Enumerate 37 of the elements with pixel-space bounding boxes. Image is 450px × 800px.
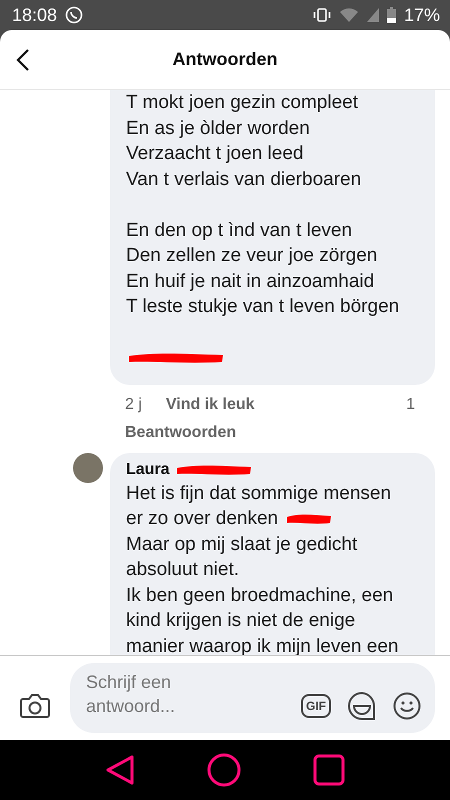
- comment-text-line: Van t verlais van dierboaren: [126, 168, 362, 192]
- vibrate-icon: [312, 8, 331, 22]
- gif-button[interactable]: GIF: [301, 694, 331, 718]
- page-title: Antwoorden: [172, 48, 278, 71]
- comment-text-line: En as je òlder worden: [126, 116, 310, 140]
- wifi-icon: [338, 8, 359, 22]
- comment-text-line: er zo over denken: [126, 507, 278, 531]
- comment-text-line: kind krijgen is niet de enige: [126, 609, 356, 633]
- comment-text-line: En den op t ìnd van t leven: [126, 218, 352, 242]
- recents-nav-icon[interactable]: [313, 754, 345, 786]
- back-icon[interactable]: [16, 48, 30, 72]
- back-nav-icon[interactable]: [105, 754, 135, 786]
- comment-age: 2 j: [125, 394, 142, 414]
- home-nav-icon[interactable]: [207, 753, 241, 787]
- comment-author[interactable]: Laura: [126, 458, 170, 480]
- comment-text-line: Ik ben geen broedmachine, een: [126, 584, 394, 608]
- emoji-icon[interactable]: [393, 692, 421, 720]
- clock-time: 18:08: [12, 4, 58, 26]
- sticker-icon[interactable]: [347, 691, 377, 721]
- like-count: 1: [406, 394, 415, 414]
- avatar[interactable]: [73, 452, 103, 482]
- comment-text-line: Den zellen ze veur joe zörgen: [126, 244, 378, 268]
- battery-percentage: 17%: [404, 4, 440, 26]
- comment-text-line: T leste stukje van t leven börgen: [126, 295, 400, 319]
- chat-app-icon: [65, 6, 84, 24]
- signal-icon: [366, 8, 379, 22]
- reply-input-field[interactable]: Schrijf een antwoord... GIF: [70, 663, 435, 733]
- comment-text-line: Het is fijn dat sommige mensen: [126, 482, 392, 506]
- comment-text-line: Maar op mij slaat je gedicht: [126, 532, 358, 556]
- comment-text-line: En huif je nait in ainzoamhaid: [126, 270, 374, 294]
- camera-icon[interactable]: [20, 693, 50, 719]
- reply-link[interactable]: Beantwoorden: [125, 424, 236, 440]
- comment-text-line: absoluut niet.: [126, 558, 240, 582]
- like-link[interactable]: Vind ik leuk: [166, 392, 255, 416]
- comment-text-line: T mokt joen gezin compleet: [126, 91, 358, 115]
- comment-text-line: Verzaacht t joen leed: [126, 142, 304, 166]
- battery-icon: [386, 7, 396, 23]
